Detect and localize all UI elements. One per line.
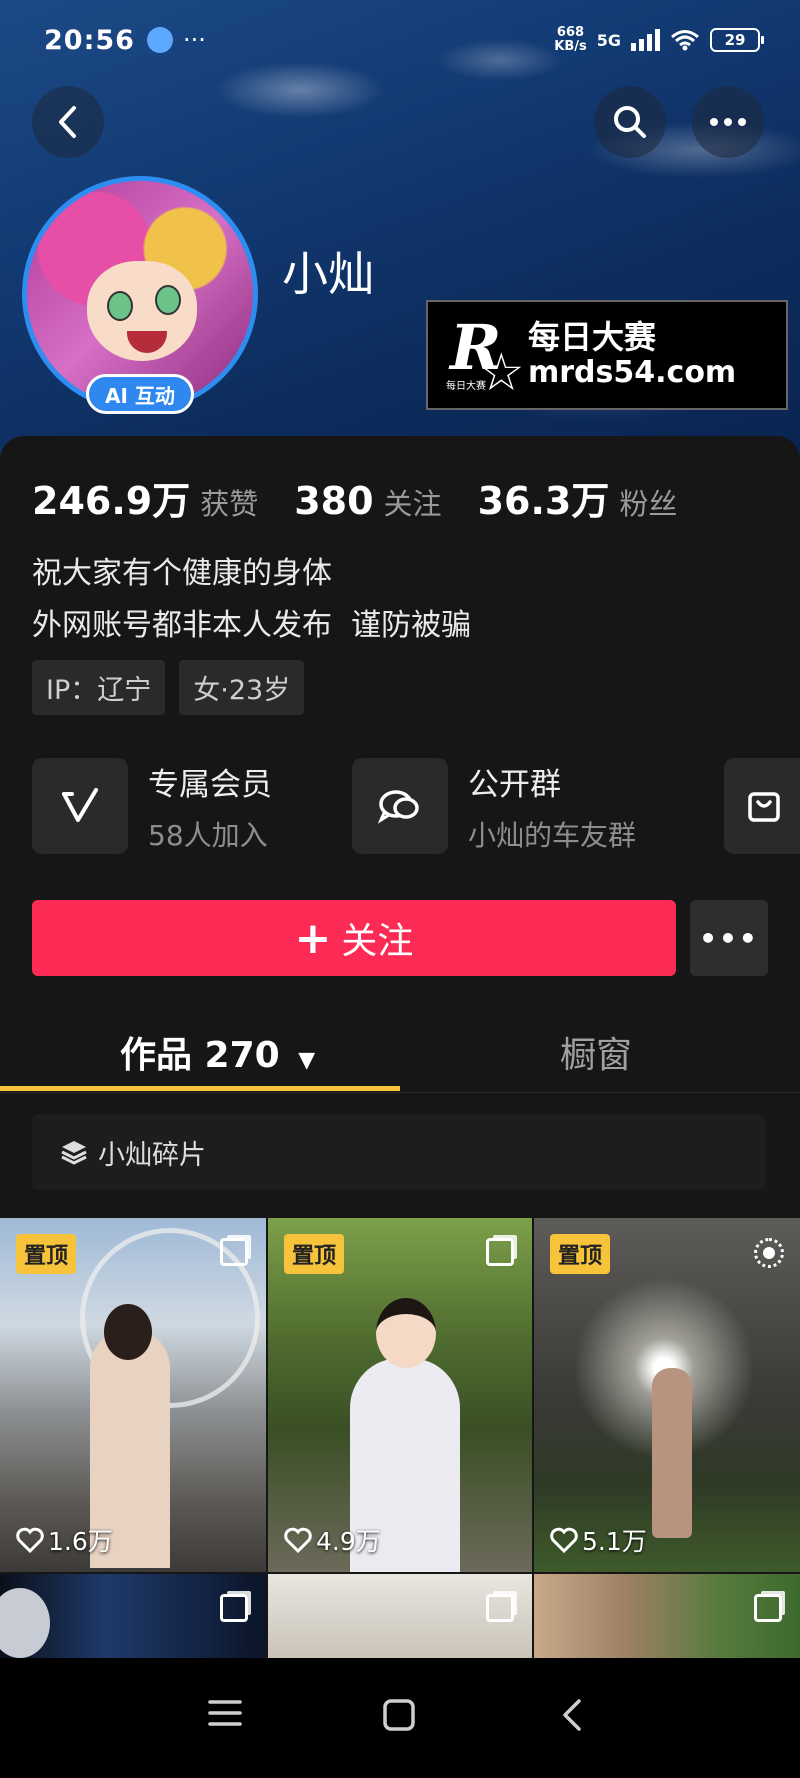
video-thumbnail[interactable]: 置顶 4.9万 xyxy=(268,1218,532,1572)
chevron-left-icon xyxy=(59,106,76,138)
more-actions-button[interactable]: ••• xyxy=(690,900,768,976)
bio-line: 祝大家有个健康的身体 xyxy=(32,556,332,591)
status-time: 20:56 xyxy=(44,24,135,56)
caret-down-icon: ▼ xyxy=(298,1048,316,1073)
home-square-icon[interactable] xyxy=(382,1698,416,1732)
network-speed: 668 KB/s xyxy=(554,25,587,54)
followers-label: 粉丝 xyxy=(619,487,678,521)
video-thumbnail[interactable] xyxy=(0,1574,266,1658)
membership-title: 专属会员 xyxy=(148,766,272,803)
collection-chip[interactable]: 小灿碎片 xyxy=(32,1114,766,1190)
more-horizontal-icon xyxy=(710,118,746,126)
followers-count[interactable]: 36.3万 xyxy=(478,470,610,525)
likes-label: 获赞 xyxy=(200,487,259,521)
layers-icon xyxy=(61,1141,87,1165)
following-label: 关注 xyxy=(383,487,442,521)
vip-v-icon xyxy=(32,758,128,854)
multi-image-icon xyxy=(754,1594,782,1622)
public-group-card[interactable]: 公开群 小灿的车友群 xyxy=(352,758,672,854)
multi-image-icon xyxy=(486,1594,514,1622)
tab-shop-window[interactable]: 橱窗 xyxy=(560,1026,632,1078)
like-count: 5.1万 xyxy=(550,1522,647,1558)
shopping-bag-icon xyxy=(748,792,780,822)
content-tabs: 作品 270 ▼ 橱窗 xyxy=(0,1016,800,1093)
video-thumbnail[interactable]: 置顶 1.6万 xyxy=(0,1218,266,1572)
app-notification-icon xyxy=(146,27,173,53)
profile-name: 小灿 xyxy=(282,247,374,301)
tab-works[interactable]: 作品 270 ▼ xyxy=(120,1026,315,1078)
bio-line: 外网账号都非本人发布 谨防被骗 xyxy=(32,608,472,643)
status-more: ··· xyxy=(182,26,206,54)
pinned-badge: 置顶 xyxy=(550,1234,611,1274)
back-arrow-icon[interactable] xyxy=(560,1698,584,1732)
multi-image-icon xyxy=(220,1238,248,1266)
active-tab-indicator xyxy=(0,1086,400,1091)
exclusive-membership-card[interactable]: 专属会员 58人加入 xyxy=(32,758,352,854)
video-thumbnail[interactable]: 置顶 5.1万 xyxy=(534,1218,800,1572)
following-count[interactable]: 380 xyxy=(294,479,373,523)
group-title: 公开群 xyxy=(468,766,561,803)
profile-tags: IP：辽宁 女·23岁 xyxy=(32,660,305,715)
menu-icon[interactable] xyxy=(208,1698,242,1728)
back-button[interactable] xyxy=(32,86,104,158)
system-navigation-bar xyxy=(0,1658,800,1778)
signal-bars-icon xyxy=(631,29,660,51)
follow-label: 关注 xyxy=(341,921,414,962)
profile-stats: 246.9万 获赞 380 关注 36.3万 粉丝 xyxy=(32,470,713,525)
live-photo-icon xyxy=(754,1238,784,1268)
battery-icon: 29 xyxy=(710,28,764,52)
pinned-badge: 置顶 xyxy=(16,1234,77,1274)
watermark-logo: R ☆ 每日大赛 每日大赛 mrds54.com xyxy=(426,300,788,410)
gender-age-tag: 女·23岁 xyxy=(179,660,305,715)
watermark-cn-text: 每日大赛 xyxy=(528,318,657,357)
feature-row: 专属会员 58人加入 公开群 小灿的车友群 xyxy=(32,758,672,854)
ip-location-tag: IP：辽宁 xyxy=(32,660,166,715)
signal-type: 5G xyxy=(596,30,621,50)
multi-image-icon xyxy=(220,1594,248,1622)
like-count: 4.9万 xyxy=(284,1522,381,1558)
profile-bio: 祝大家有个健康的身体 外网账号都非本人发布 谨防被骗 xyxy=(32,548,471,652)
ai-interaction-badge[interactable]: AI 互动 xyxy=(86,374,194,414)
wifi-icon xyxy=(671,30,699,51)
collection-label: 小灿碎片 xyxy=(98,1139,206,1171)
group-subtitle: 小灿的车友群 xyxy=(468,818,637,852)
heart-icon xyxy=(284,1527,312,1553)
watermark-url: mrds54.com xyxy=(528,355,737,391)
more-options-button[interactable] xyxy=(692,86,764,158)
search-icon xyxy=(614,106,646,138)
shop-bag-card[interactable] xyxy=(724,758,800,854)
video-thumbnail[interactable] xyxy=(268,1574,532,1658)
follow-button[interactable]: + 关注 xyxy=(32,900,676,976)
video-thumbnail[interactable] xyxy=(534,1574,800,1658)
heart-icon xyxy=(550,1527,578,1553)
multi-image-icon xyxy=(486,1238,514,1266)
chat-bubble-icon xyxy=(352,758,448,854)
status-bar: 20:56 ··· 668 KB/s 5G 29 xyxy=(44,18,764,62)
pinned-badge: 置顶 xyxy=(284,1234,345,1274)
membership-subtitle: 58人加入 xyxy=(148,818,268,852)
likes-count[interactable]: 246.9万 xyxy=(32,470,190,525)
video-grid: 置顶 1.6万 置顶 4.9万 置顶 5.1万 xyxy=(0,1218,800,1658)
heart-icon xyxy=(16,1527,44,1553)
search-button[interactable] xyxy=(594,86,666,158)
like-count: 1.6万 xyxy=(16,1522,113,1558)
watermark-r-star-icon: R ☆ 每日大赛 xyxy=(446,311,525,403)
plus-icon: + xyxy=(294,912,332,964)
